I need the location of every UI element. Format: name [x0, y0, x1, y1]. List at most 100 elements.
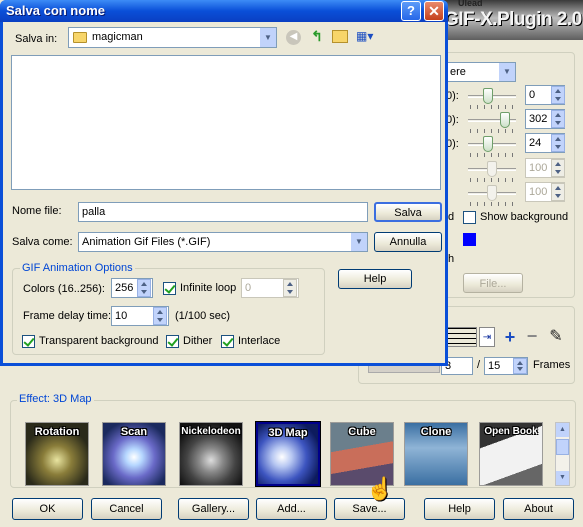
gallery-button[interactable]: Gallery...	[178, 498, 249, 520]
app-title-bar: Ulead GIF-X.Plugin 2.0	[440, 0, 583, 40]
param-slider[interactable]	[468, 86, 516, 109]
param-value-spinner[interactable]	[551, 134, 565, 152]
dither-checkbox[interactable]	[166, 335, 179, 348]
slider-thumb[interactable]	[483, 88, 493, 104]
hand-cursor-icon: ☝	[366, 476, 394, 501]
effect-open-book[interactable]: Open Book	[479, 422, 543, 486]
effects-group-title: Effect: 3D Map	[17, 393, 94, 405]
dialog-title-bar: Salva con nome ? ✕	[0, 0, 448, 22]
save-as-label: Salva come:	[12, 236, 73, 248]
slider-tick	[470, 153, 471, 157]
show-background-checkbox[interactable]	[463, 211, 476, 224]
effect-3d-map-selected[interactable]: 3D Map	[255, 421, 321, 487]
slider-tick	[484, 178, 485, 182]
salva-button[interactable]: Salva	[374, 202, 442, 222]
infinite-loop-checkbox[interactable]	[163, 282, 176, 295]
param-value-spinner[interactable]	[551, 183, 565, 201]
slider-tick	[498, 105, 499, 109]
effects-scrollbar[interactable]: ▲ ▼	[555, 422, 570, 486]
save-in-dropdown[interactable]: magicman ▼	[68, 27, 277, 48]
slider-tick	[477, 129, 478, 133]
slider-tick	[470, 178, 471, 182]
slider-tick	[512, 105, 513, 109]
about-button[interactable]: About	[503, 498, 574, 520]
add-button[interactable]: Add...	[256, 498, 327, 520]
slider-tick	[477, 153, 478, 157]
file-list[interactable]	[11, 55, 441, 190]
effect-clone[interactable]: Clone	[404, 422, 468, 486]
scroll-down-icon[interactable]: ▼	[556, 471, 569, 485]
slider-thumb[interactable]	[500, 112, 510, 128]
file-button[interactable]: File...	[463, 273, 523, 293]
folder-icon	[73, 32, 87, 43]
chevron-down-icon: ▼	[499, 63, 515, 81]
slider-tick	[491, 202, 492, 206]
param-slider[interactable]	[468, 183, 516, 206]
back-icon[interactable]: ◀	[286, 30, 301, 45]
slider-tick	[477, 178, 478, 182]
frame-delay-spinner[interactable]	[153, 307, 167, 325]
ok-button[interactable]: OK	[12, 498, 83, 520]
dialog-title: Salva con nome	[6, 3, 105, 18]
effect-scan[interactable]: Scan	[102, 422, 166, 486]
slider-tick	[484, 105, 485, 109]
color-swatch[interactable]	[463, 233, 476, 246]
save-as-type-dropdown[interactable]: Animation Gif Files (*.GIF) ▼	[78, 232, 368, 252]
keyframe-icon[interactable]: ⇥	[479, 327, 495, 347]
param-slider[interactable]	[468, 159, 516, 182]
param-value-spinner[interactable]	[551, 159, 565, 177]
up-folder-icon[interactable]: ↰	[309, 28, 325, 44]
frames-label: Frames	[533, 359, 571, 371]
timeline-icon[interactable]	[447, 327, 477, 347]
loop-count-spinner[interactable]	[283, 279, 297, 297]
remove-frame-icon[interactable]: −	[523, 327, 541, 347]
param-slider[interactable]	[468, 134, 516, 157]
slider-thumb[interactable]	[487, 185, 497, 201]
partial-label-h: h	[448, 253, 455, 265]
slider-tick	[512, 178, 513, 182]
cancel-button[interactable]: Cancel	[91, 498, 162, 520]
slider-tick	[498, 129, 499, 133]
help-icon[interactable]: ?	[401, 1, 421, 21]
show-background-label: Show background	[480, 211, 569, 223]
transparent-background-checkbox[interactable]	[22, 335, 35, 348]
app-brand-small: Ulead	[458, 0, 483, 8]
interlace-checkbox[interactable]	[221, 335, 234, 348]
slider-tick	[484, 129, 485, 133]
chevron-down-icon: ▼	[351, 233, 367, 251]
slider-thumb[interactable]	[483, 136, 493, 152]
new-folder-icon[interactable]	[332, 30, 348, 43]
total-frames-spinner[interactable]	[513, 358, 527, 374]
file-name-input[interactable]: palla	[78, 202, 368, 222]
effect-nickelodeon[interactable]: Nickelodeon	[179, 422, 243, 486]
frame-separator: /	[477, 359, 481, 371]
annulla-button[interactable]: Annulla	[374, 232, 442, 252]
infinite-loop-label: Infinite loop	[180, 282, 237, 294]
effect-rotation[interactable]: Rotation	[25, 422, 89, 486]
file-name-label: Nome file:	[12, 205, 62, 217]
slider-tick	[505, 153, 506, 157]
gif-options-title: GIF Animation Options	[20, 262, 135, 274]
frames-toolbar: ⇥ + − ✎	[447, 325, 572, 349]
scroll-up-icon[interactable]: ▲	[556, 423, 569, 437]
slider-tick	[491, 153, 492, 157]
colors-label: Colors (16..256):	[23, 283, 105, 295]
close-icon[interactable]: ✕	[424, 1, 444, 21]
slider-tick	[505, 202, 506, 206]
dialog-help-button[interactable]: Help	[338, 269, 412, 289]
add-frame-icon[interactable]: +	[501, 327, 519, 347]
mode-dropdown[interactable]: ere ▼	[446, 62, 516, 82]
scroll-thumb[interactable]	[556, 439, 569, 455]
edit-frame-icon[interactable]: ✎	[545, 327, 567, 347]
view-menu-icon[interactable]: ▦▾	[356, 29, 378, 44]
param-value-spinner[interactable]	[551, 110, 565, 128]
param-slider[interactable]	[468, 110, 516, 133]
slider-tick	[470, 129, 471, 133]
slider-tick	[512, 202, 513, 206]
slider-thumb[interactable]	[487, 161, 497, 177]
frame-delay-label: Frame delay time:	[23, 310, 112, 322]
param-value-spinner[interactable]	[551, 86, 565, 104]
dialog-body: Salva in: magicman ▼ ◀ ↰ ▦▾ Nome file: p…	[3, 22, 445, 363]
help-button[interactable]: Help	[424, 498, 495, 520]
colors-spinner[interactable]	[137, 279, 151, 297]
